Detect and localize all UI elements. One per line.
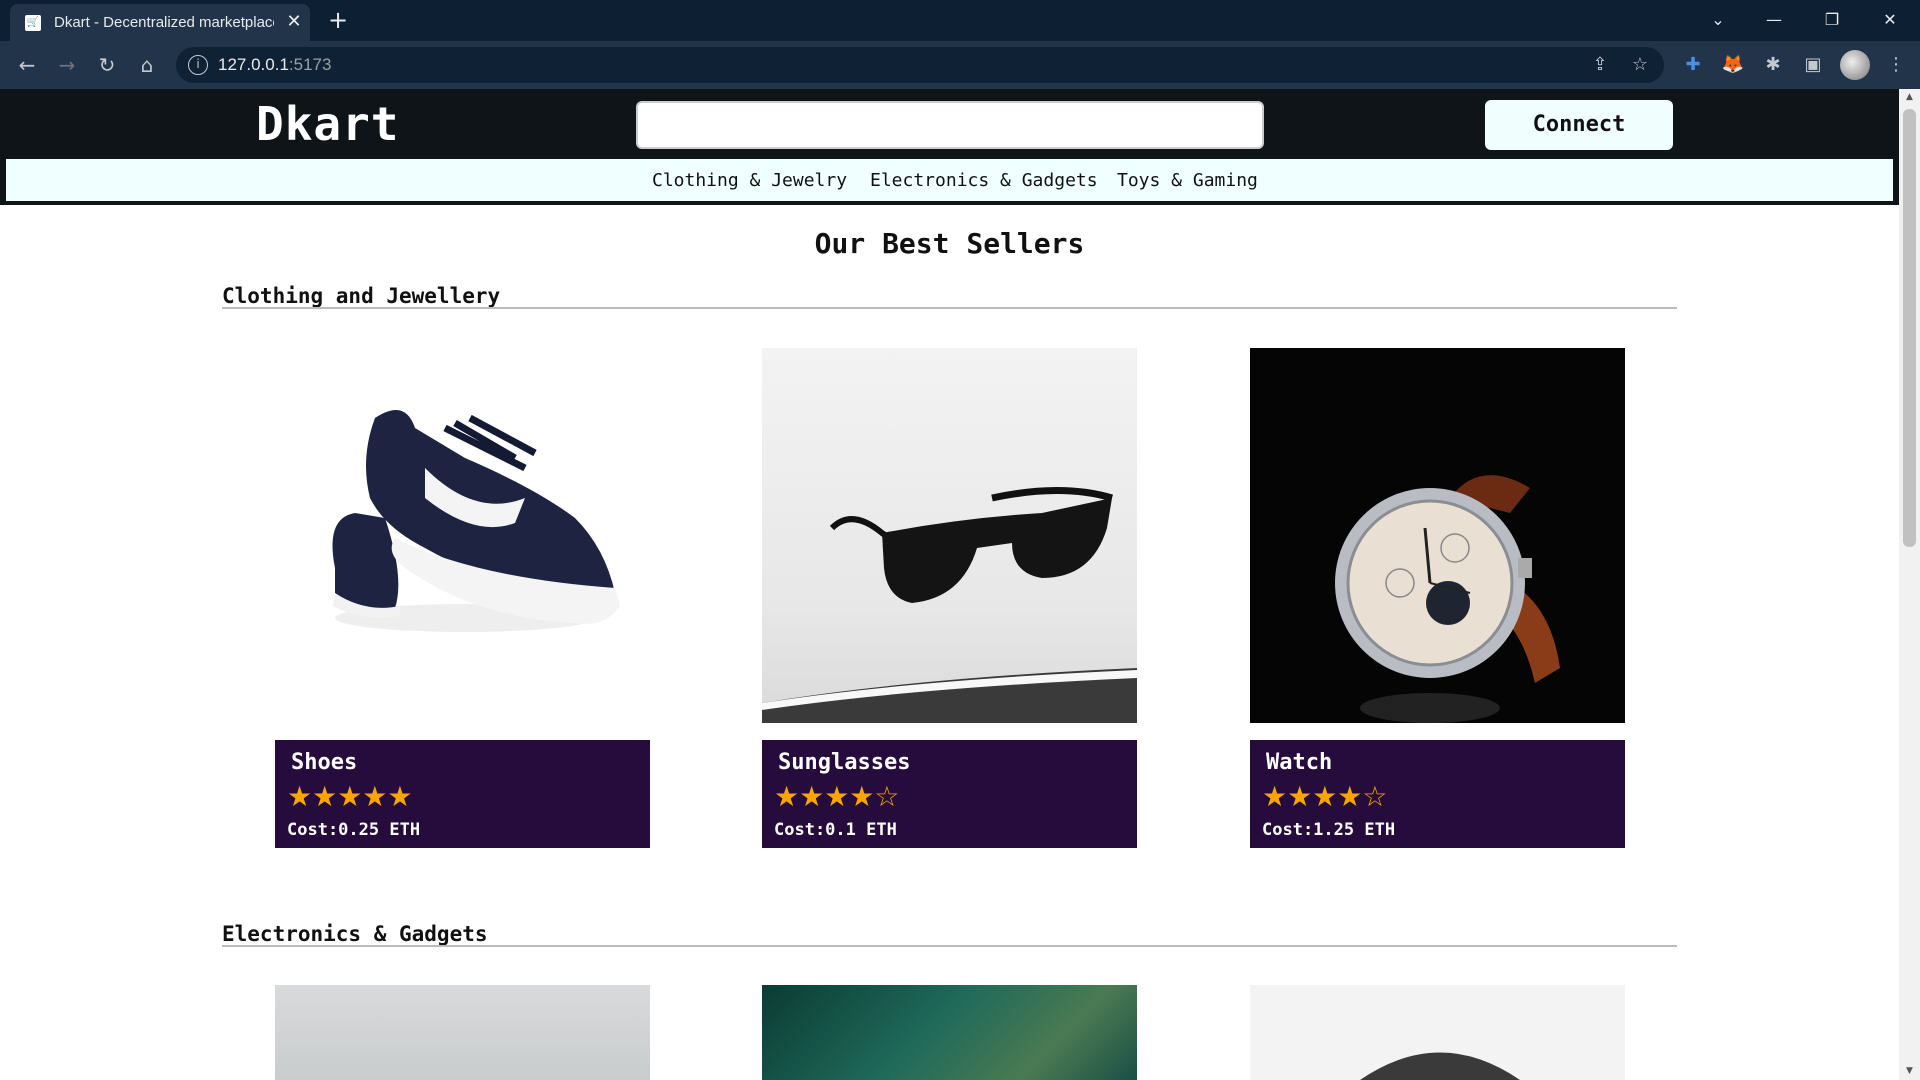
product-cost: Cost:1.25 ETH bbox=[1262, 820, 1396, 840]
page-viewport: Dkart Connect Clothing & Jewelry Electro… bbox=[0, 89, 1899, 1080]
page-title: Our Best Sellers bbox=[814, 227, 1085, 260]
product-card-shoes[interactable]: Shoes ★★★★★ Cost:0.25 ETH bbox=[275, 740, 650, 848]
product-cost: Cost:0.1 ETH bbox=[774, 820, 897, 840]
product-image-electronics-2[interactable] bbox=[762, 985, 1137, 1080]
forward-icon[interactable]: → bbox=[51, 49, 83, 81]
tab-search-chevron-icon[interactable]: ⌄ bbox=[1698, 4, 1738, 36]
category-nav: Clothing & Jewelry Electronics & Gadgets… bbox=[0, 155, 1899, 205]
category-nav-bar: Clothing & Jewelry Electronics & Gadgets… bbox=[6, 159, 1893, 201]
product-card-watch[interactable]: Watch ★★★★☆ Cost:1.25 ETH bbox=[1250, 740, 1625, 848]
minimize-icon[interactable]: — bbox=[1754, 4, 1794, 36]
new-tab-icon[interactable]: + bbox=[324, 6, 352, 34]
extension-icon[interactable]: ✚ bbox=[1677, 49, 1709, 81]
site-info-icon[interactable]: i bbox=[188, 55, 208, 75]
section-divider bbox=[222, 307, 1677, 309]
reload-icon[interactable]: ↻ bbox=[91, 49, 123, 81]
extensions-puzzle-icon[interactable]: ✱ bbox=[1757, 49, 1789, 81]
side-panel-icon[interactable]: ▣ bbox=[1797, 49, 1829, 81]
category-electronics-gadgets[interactable]: Electronics & Gadgets bbox=[870, 170, 1098, 191]
tab-title: Dkart - Decentralized marketplace bbox=[54, 14, 274, 31]
product-image-shoes[interactable] bbox=[275, 348, 650, 723]
rating-stars-icon: ★★★★☆ bbox=[774, 780, 900, 813]
address-url[interactable]: 127.0.0.1:5173 bbox=[218, 55, 331, 75]
category-clothing-jewelry[interactable]: Clothing & Jewelry bbox=[652, 170, 847, 191]
back-icon[interactable]: ← bbox=[11, 49, 43, 81]
section-divider bbox=[222, 945, 1677, 947]
home-icon[interactable]: ⌂ bbox=[131, 49, 163, 81]
restore-icon[interactable]: ❐ bbox=[1812, 4, 1852, 36]
close-window-icon[interactable]: ✕ bbox=[1870, 4, 1910, 36]
share-icon[interactable]: ⇪ bbox=[1586, 51, 1614, 79]
section-title-electronics: Electronics & Gadgets bbox=[222, 922, 488, 946]
product-cost: Cost:0.25 ETH bbox=[287, 820, 421, 840]
scroll-up-arrow-icon[interactable]: ▲ bbox=[1899, 89, 1920, 106]
product-image-electronics-1[interactable] bbox=[275, 985, 650, 1080]
page-scrollbar[interactable]: ▲ ▼ bbox=[1899, 89, 1920, 1080]
close-tab-icon[interactable]: ✕ bbox=[282, 10, 306, 34]
browser-tab[interactable]: 🛒 Dkart - Decentralized marketplace ✕ bbox=[10, 4, 310, 41]
metamask-fox-icon[interactable]: 🦊 bbox=[1717, 49, 1749, 81]
category-toys-gaming[interactable]: Toys & Gaming bbox=[1117, 170, 1258, 191]
rating-stars-icon: ★★★★☆ bbox=[1262, 780, 1388, 813]
url-port: :5173 bbox=[288, 55, 332, 74]
product-name: Watch bbox=[1266, 750, 1333, 775]
bookmark-star-icon[interactable]: ☆ bbox=[1626, 51, 1654, 79]
browser-toolbar: ← → ↻ ⌂ i 127.0.0.1:5173 ⇪ ☆ ✚ 🦊 ✱ ▣ ⋮ bbox=[0, 41, 1920, 89]
address-bar[interactable]: i 127.0.0.1:5173 ⇪ ☆ bbox=[176, 47, 1664, 83]
rating-stars-icon: ★★★★★ bbox=[287, 780, 413, 813]
scroll-thumb[interactable] bbox=[1903, 109, 1916, 547]
search-input[interactable] bbox=[636, 101, 1264, 149]
profile-avatar[interactable] bbox=[1840, 50, 1870, 80]
product-name: Sunglasses bbox=[778, 750, 911, 775]
connect-button[interactable]: Connect bbox=[1485, 100, 1673, 150]
browser-menu-icon[interactable]: ⋮ bbox=[1880, 49, 1912, 81]
product-image-watch[interactable] bbox=[1250, 348, 1625, 723]
url-host: 127.0.0.1 bbox=[218, 55, 289, 74]
browser-tab-bar: 🛒 Dkart - Decentralized marketplace ✕ + … bbox=[0, 0, 1920, 41]
product-image-sunglasses[interactable] bbox=[762, 348, 1137, 723]
product-name: Shoes bbox=[291, 750, 358, 775]
site-header: Dkart Connect bbox=[0, 89, 1899, 155]
product-image-electronics-3[interactable] bbox=[1250, 985, 1625, 1080]
product-card-sunglasses[interactable]: Sunglasses ★★★★☆ Cost:0.1 ETH bbox=[762, 740, 1137, 848]
scroll-down-arrow-icon[interactable]: ▼ bbox=[1899, 1063, 1920, 1080]
site-logo[interactable]: Dkart bbox=[256, 97, 399, 151]
section-title-clothing: Clothing and Jewellery bbox=[222, 284, 501, 308]
cart-favicon-icon: 🛒 bbox=[25, 15, 41, 31]
